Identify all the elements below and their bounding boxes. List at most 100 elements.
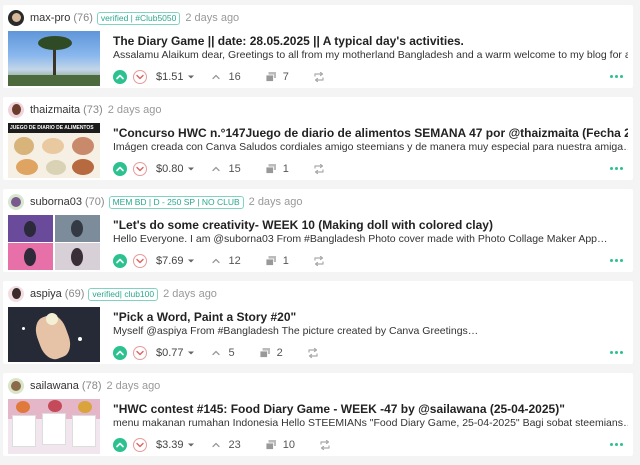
more-dots-icon[interactable] [608, 75, 623, 78]
downvote-button[interactable] [133, 254, 147, 268]
comments-icon [265, 439, 277, 451]
post-age[interactable]: 2 days ago [249, 196, 303, 208]
post-header: sailawana (78) 2 days ago [8, 378, 160, 394]
resteem-icon [313, 255, 325, 267]
vote-count[interactable]: 12 [211, 255, 241, 267]
upvote-button[interactable] [113, 162, 127, 176]
vote-count-value: 15 [228, 163, 241, 175]
payout-value[interactable]: $0.80 [156, 163, 184, 175]
post-thumbnail[interactable] [8, 399, 100, 454]
resteem-button[interactable] [307, 347, 319, 359]
avatar[interactable] [8, 10, 24, 26]
post-age[interactable]: 2 days ago [106, 380, 160, 392]
author-link[interactable]: max-pro [30, 12, 70, 24]
downvote-button[interactable] [133, 346, 147, 360]
more-dots-icon[interactable] [608, 443, 623, 446]
vote-count[interactable]: 23 [211, 439, 241, 451]
downvote-button[interactable] [133, 162, 147, 176]
avatar[interactable] [8, 378, 24, 394]
comment-count[interactable]: 1 [265, 255, 289, 267]
downvote-button[interactable] [133, 438, 147, 452]
upvote-button[interactable] [113, 438, 127, 452]
more-dots-icon[interactable] [608, 259, 623, 262]
caret-down-icon[interactable] [187, 441, 195, 449]
author-reputation: (78) [81, 380, 102, 392]
caret-down-icon[interactable] [187, 349, 195, 357]
comment-count[interactable]: 10 [265, 439, 295, 451]
post-title[interactable]: "Pick a Word, Paint a Story #20" [113, 310, 628, 324]
resteem-button[interactable] [319, 439, 331, 451]
resteem-button[interactable] [313, 255, 325, 267]
comment-count[interactable]: 2 [259, 347, 283, 359]
comment-count[interactable]: 7 [265, 71, 289, 83]
more-dots-icon[interactable] [608, 351, 623, 354]
post-thumbnail[interactable] [8, 307, 100, 362]
author-reputation: (69) [64, 288, 85, 300]
post-age[interactable]: 2 days ago [163, 288, 217, 300]
resteem-button[interactable] [313, 71, 325, 83]
payout-value[interactable]: $3.39 [156, 439, 184, 451]
vote-count[interactable]: 16 [211, 71, 241, 83]
avatar[interactable] [8, 194, 24, 210]
resteem-icon [319, 439, 331, 451]
upvote-button[interactable] [113, 346, 127, 360]
post-summary[interactable]: Myself @aspiya From #Bangladesh The pict… [113, 325, 628, 337]
chevron-down-icon [135, 440, 145, 450]
payout-value[interactable]: $1.51 [156, 71, 184, 83]
author-link[interactable]: aspiya [30, 288, 62, 300]
chevron-up-icon [115, 72, 125, 82]
author-badge: verified| club100 [88, 287, 159, 301]
comment-count-value: 10 [282, 439, 296, 451]
thumbnail-caption: JUEGO DE DIARIO DE ALIMENTOS [10, 125, 94, 131]
resteem-icon [313, 163, 325, 175]
vote-count-value: 16 [228, 71, 241, 83]
comments-icon [265, 71, 277, 83]
post-title[interactable]: "Let's do some creativity- WEEK 10 (Maki… [113, 218, 628, 232]
post-title[interactable]: "Concurso HWC n.°147Juego de diario de a… [113, 126, 628, 140]
caret-down-icon[interactable] [187, 165, 195, 173]
avatar[interactable] [8, 102, 24, 118]
post-footer: $0.77 5 2 [113, 345, 319, 361]
post-thumbnail[interactable] [8, 31, 100, 86]
caret-down-icon[interactable] [187, 257, 195, 265]
post-thumbnail[interactable]: JUEGO DE DIARIO DE ALIMENTOS [8, 123, 100, 178]
chevron-up-icon [211, 72, 221, 82]
post-summary[interactable]: Assalamu Alaikum dear, Greetings to all … [113, 49, 628, 61]
author-link[interactable]: suborna03 [30, 196, 82, 208]
vote-count[interactable]: 15 [211, 163, 241, 175]
chevron-down-icon [135, 256, 145, 266]
author-reputation: (73) [83, 104, 103, 116]
vote-count[interactable]: 5 [211, 347, 235, 359]
resteem-button[interactable] [313, 163, 325, 175]
avatar[interactable] [8, 286, 24, 302]
comments-icon [265, 163, 277, 175]
upvote-button[interactable] [113, 70, 127, 84]
caret-down-icon[interactable] [187, 73, 195, 81]
chevron-up-icon [211, 256, 221, 266]
downvote-button[interactable] [133, 70, 147, 84]
post-header: max-pro (76) verified | #Club5050 2 days… [8, 10, 239, 26]
post-age[interactable]: 2 days ago [185, 12, 239, 24]
comment-count-value: 1 [282, 163, 289, 175]
author-link[interactable]: thaizmaita [30, 104, 80, 116]
author-link[interactable]: sailawana [30, 380, 79, 392]
post-summary[interactable]: Hello Everyone. I am @suborna03 From #Ba… [113, 233, 628, 245]
chevron-up-icon [115, 256, 125, 266]
upvote-button[interactable] [113, 254, 127, 268]
post-summary[interactable]: Imágen creada con Canva Saludos cordiale… [113, 141, 628, 153]
post-feed: max-pro (76) verified | #Club5050 2 days… [0, 0, 640, 465]
payout-value[interactable]: $0.77 [156, 347, 184, 359]
comments-icon [259, 347, 271, 359]
comment-count[interactable]: 1 [265, 163, 289, 175]
post-summary[interactable]: menu makanan rumahan Indonesia Hello STE… [113, 417, 628, 429]
post-title[interactable]: The Diary Game || date: 28.05.2025 || A … [113, 34, 628, 48]
comments-icon [265, 255, 277, 267]
more-dots-icon[interactable] [608, 167, 623, 170]
post-title[interactable]: "HWC contest #145: Food Diary Game - WEE… [113, 402, 628, 416]
post-thumbnail[interactable] [8, 215, 100, 270]
post-age[interactable]: 2 days ago [108, 104, 162, 116]
post-header: suborna03 (70) MEM BD | D - 250 SP | NO … [8, 194, 302, 210]
chevron-up-icon [211, 348, 221, 358]
chevron-down-icon [135, 164, 145, 174]
payout-value[interactable]: $7.69 [156, 255, 184, 267]
